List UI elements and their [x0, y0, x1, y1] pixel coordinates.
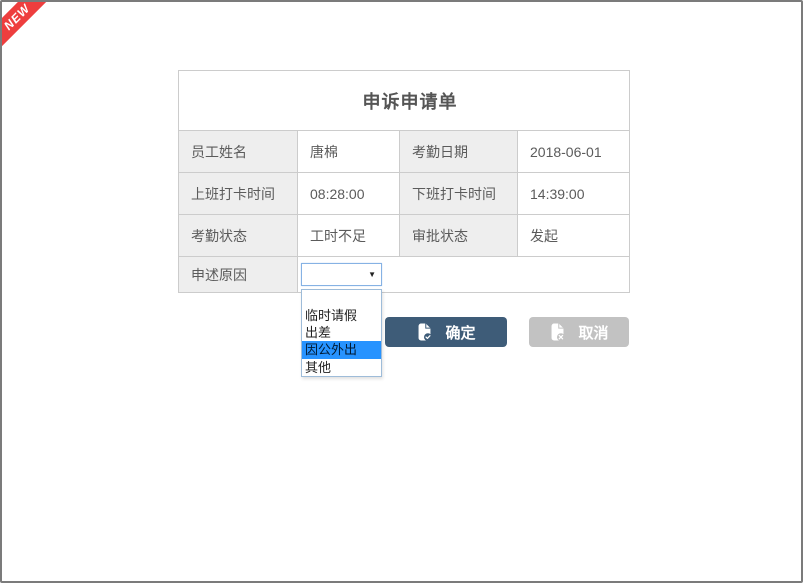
doc-check-icon: [416, 322, 433, 342]
label-approval-status: 审批状态: [399, 214, 518, 257]
confirm-button-label: 确定: [445, 324, 476, 342]
value-employee-name: 唐棉: [297, 130, 400, 173]
appeal-reason-option-list: 临时请假 出差 因公外出 其他: [301, 289, 382, 377]
confirm-button[interactable]: 确定: [385, 317, 507, 347]
value-attendance-status: 工时不足: [297, 214, 400, 257]
label-appeal-reason: 申述原因: [178, 256, 298, 293]
value-approval-status: 发起: [517, 214, 630, 257]
table-row-appeal-reason: 申述原因: [178, 256, 630, 293]
option-blank[interactable]: [302, 290, 381, 307]
label-employee-name: 员工姓名: [178, 130, 298, 173]
doc-x-icon: [549, 322, 566, 342]
page-title: 申诉申请单: [362, 91, 458, 112]
table-row-status: 考勤状态 工时不足 审批状态 发起: [178, 214, 630, 257]
cancel-button-label: 取消: [578, 324, 609, 342]
new-ribbon-label: NEW: [1, 1, 33, 33]
label-clock-out-time: 下班打卡时间: [399, 172, 518, 215]
label-attendance-status: 考勤状态: [178, 214, 298, 257]
value-attendance-date: 2018-06-01: [517, 130, 630, 173]
option-business-trip[interactable]: 出差: [302, 324, 381, 341]
appeal-reason-select: ▼ 临时请假 出差 因公外出 其他: [301, 263, 382, 377]
dropdown-arrow-icon: ▼: [368, 270, 376, 279]
new-ribbon: NEW: [1, 1, 56, 56]
appeal-reason-select-box[interactable]: ▼: [301, 263, 382, 286]
table-row-clock-times: 上班打卡时间 08:28:00 下班打卡时间 14:39:00: [178, 172, 630, 215]
value-clock-in-time: 08:28:00: [297, 172, 400, 215]
title-row: 申诉申请单: [178, 70, 630, 131]
cancel-button[interactable]: 取消: [529, 317, 629, 347]
table-row-employee: 员工姓名 唐棉 考勤日期 2018-06-01: [178, 130, 630, 173]
value-clock-out-time: 14:39:00: [517, 172, 630, 215]
option-temporary-leave[interactable]: 临时请假: [302, 307, 381, 324]
page-frame: NEW 申诉申请单 员工姓名 唐棉 考勤日期 2018-06-01 上班打卡时间…: [0, 0, 803, 583]
appeal-form-table: 申诉申请单 员工姓名 唐棉 考勤日期 2018-06-01 上班打卡时间 08:…: [178, 70, 630, 293]
label-clock-in-time: 上班打卡时间: [178, 172, 298, 215]
option-other[interactable]: 其他: [302, 359, 381, 376]
option-official-out-highlighted[interactable]: 因公外出: [302, 341, 381, 359]
label-attendance-date: 考勤日期: [399, 130, 518, 173]
